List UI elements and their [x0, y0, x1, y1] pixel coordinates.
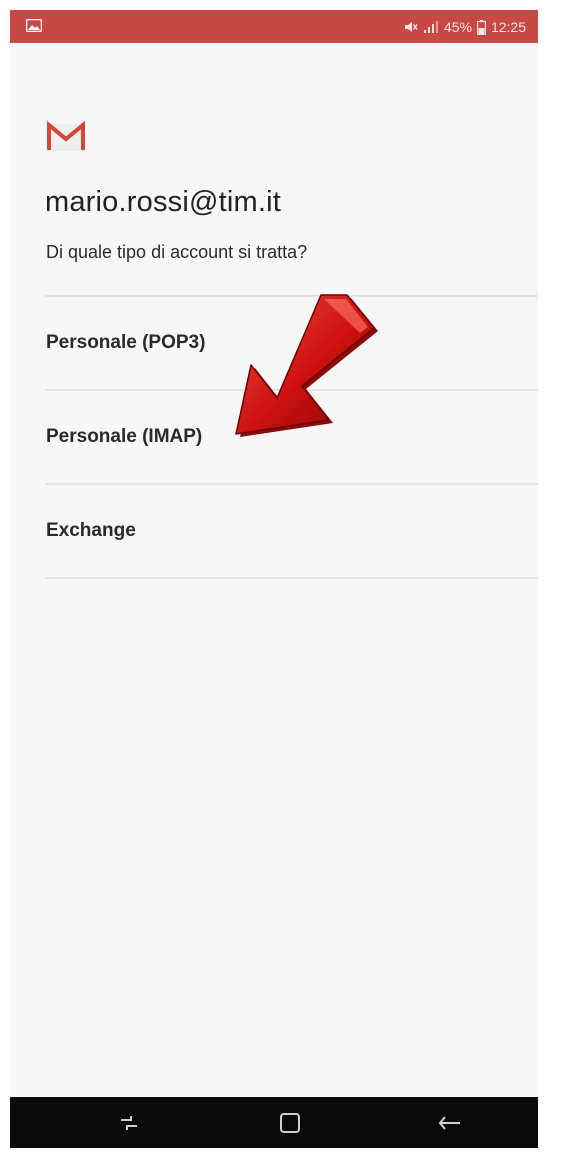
- option-label: Exchange: [46, 520, 136, 541]
- back-icon[interactable]: [436, 1109, 464, 1137]
- screen: 45% 12:25 mario.rossi@tim.it Di quale ti…: [10, 10, 538, 1148]
- account-type-question: Di quale tipo di account si tratta?: [46, 242, 308, 262]
- option-label: Personale (POP3): [46, 332, 206, 353]
- image-notification-icon: [26, 19, 42, 32]
- battery-percent: 45%: [443, 19, 472, 35]
- divider: [45, 389, 538, 391]
- option-imap[interactable]: Personale (IMAP): [10, 392, 538, 482]
- status-bar: 45% 12:25: [10, 10, 538, 43]
- option-label: Personale (IMAP): [46, 426, 203, 447]
- battery-icon: [476, 19, 486, 35]
- navigation-bar: [10, 1097, 538, 1148]
- divider: [45, 577, 538, 579]
- home-icon[interactable]: [276, 1109, 304, 1137]
- gmail-m-icon: [47, 120, 85, 151]
- signal-icon: [423, 21, 438, 33]
- account-email: mario.rossi@tim.it: [45, 186, 282, 218]
- mute-icon: [404, 22, 418, 32]
- divider: [45, 295, 538, 297]
- option-exchange[interactable]: Exchange: [10, 486, 538, 576]
- clock: 12:25: [490, 19, 526, 35]
- divider: [45, 483, 538, 485]
- recent-apps-icon[interactable]: [115, 1109, 143, 1137]
- option-pop3[interactable]: Personale (POP3): [10, 298, 538, 388]
